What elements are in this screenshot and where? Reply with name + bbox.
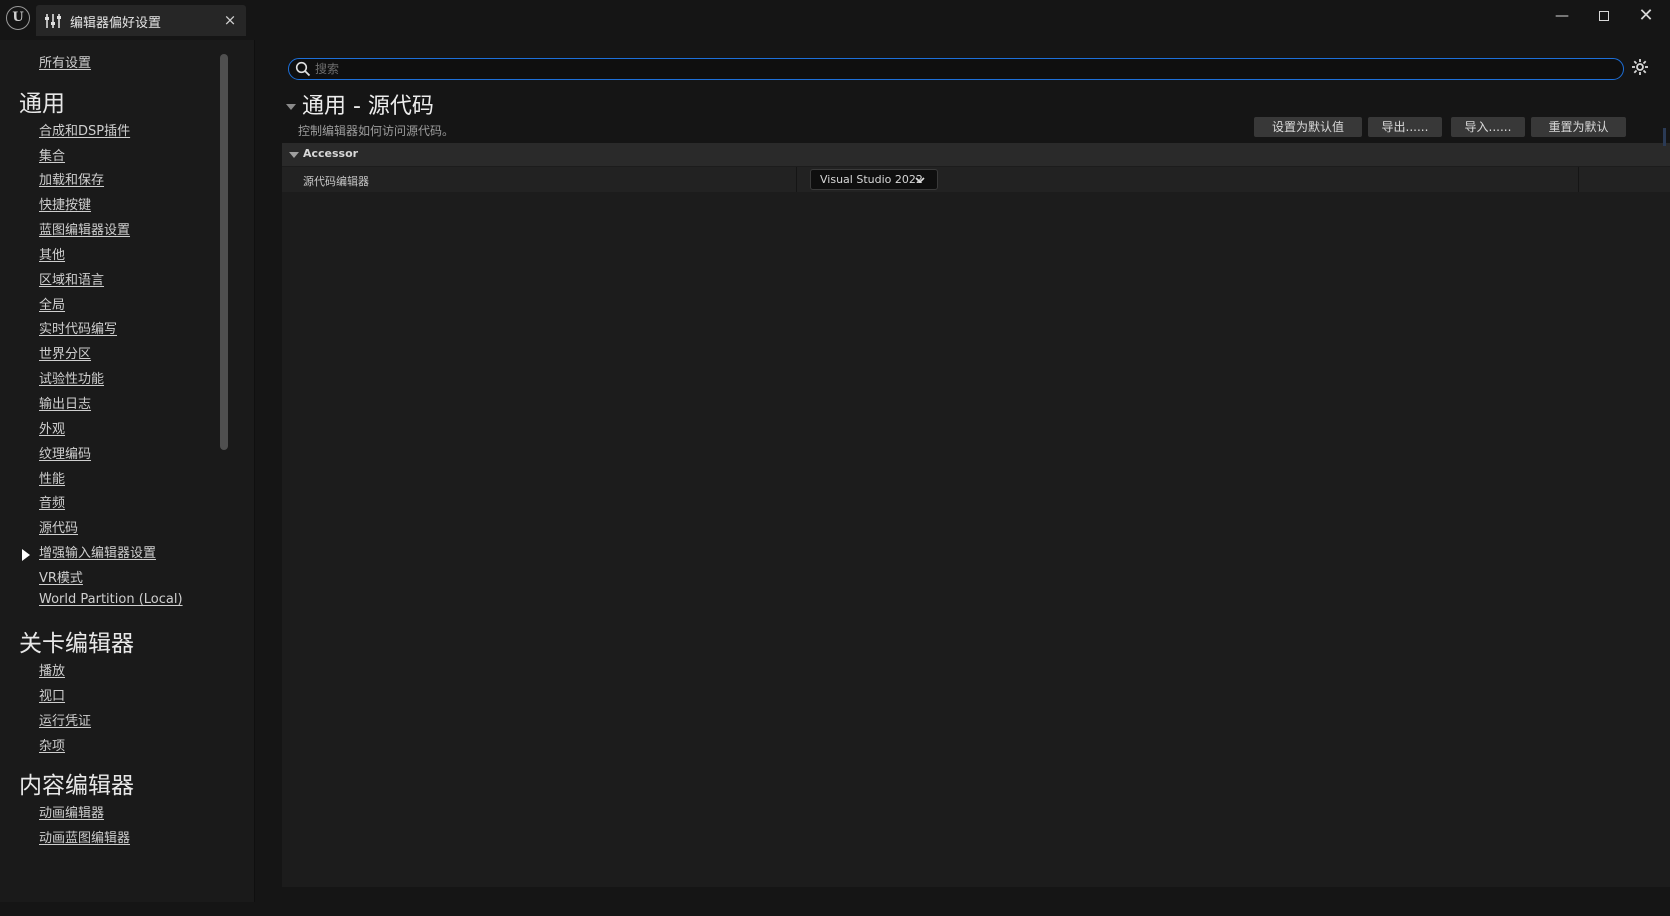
property-row: 源代码编辑器 Visual Studio 2022 — [282, 167, 1670, 192]
sidebar-item[interactable]: 运行凭证 — [39, 710, 91, 729]
source-code-editor-dropdown[interactable]: Visual Studio 2022 — [810, 169, 938, 190]
sidebar-item[interactable]: 外观 — [39, 418, 65, 437]
sidebar-item[interactable]: 试验性功能 — [39, 368, 104, 387]
sidebar-item[interactable]: 音频 — [39, 492, 65, 511]
sidebar-item[interactable]: 全局 — [39, 294, 65, 313]
sidebar-item[interactable]: 视口 — [39, 685, 65, 704]
page-title: 通用 - 源代码 — [302, 94, 434, 119]
sidebar-item-source-code[interactable]: 源代码 — [39, 517, 78, 536]
sidebar-item[interactable]: 纹理编码 — [39, 443, 91, 462]
sidebar-group-level-editor: 关卡编辑器 — [19, 631, 134, 657]
sidebar-divider — [254, 40, 255, 902]
maximize-button[interactable] — [1586, 4, 1622, 28]
export-button[interactable]: 导出...... — [1368, 117, 1442, 137]
property-panel: Accessor 源代码编辑器 Visual Studio 2022 — [282, 143, 1670, 887]
sidebar-item[interactable]: 其他 — [39, 244, 65, 263]
dropdown-value: Visual Studio 2022 — [820, 173, 923, 186]
section-description: 控制编辑器如何访问源代码。 — [298, 124, 455, 138]
title-bar: U 编辑器偏好设置 × — ✕ — [0, 0, 1670, 40]
tab-close-icon[interactable]: × — [222, 11, 238, 29]
search-input[interactable] — [315, 60, 1605, 78]
sidebar-item[interactable]: 世界分区 — [39, 343, 91, 362]
search-box[interactable] — [288, 58, 1624, 80]
details-panel: 通用 - 源代码 控制编辑器如何访问源代码。 设置为默认值 导出...... 导… — [256, 40, 1670, 902]
sidebar-item[interactable]: 蓝图编辑器设置 — [39, 219, 130, 238]
sidebar-item[interactable]: 性能 — [39, 468, 65, 487]
sidebar-item[interactable]: 动画编辑器 — [39, 802, 104, 821]
scroll-indicator — [1663, 128, 1666, 146]
sidebar-item[interactable]: 合成和DSP插件 — [39, 120, 130, 139]
search-icon — [295, 61, 311, 77]
minimize-button[interactable]: — — [1544, 4, 1580, 28]
active-item-arrow-icon — [22, 549, 30, 561]
chevron-down-icon — [915, 177, 925, 184]
sidebar-item[interactable]: 区域和语言 — [39, 269, 104, 288]
sidebar-item[interactable]: 输出日志 — [39, 393, 91, 412]
category-collapse-icon[interactable] — [289, 152, 299, 158]
property-name: 源代码编辑器 — [303, 175, 369, 188]
maximize-icon — [1599, 10, 1609, 21]
editor-preferences-window: U 编辑器偏好设置 × — ✕ 所有设置 通用 合成和DSP插件 集合 加载和保… — [0, 0, 1670, 916]
sidebar-scrollbar[interactable] — [220, 54, 228, 450]
sidebar-item[interactable]: 增强输入编辑器设置 — [39, 542, 156, 561]
column-splitter[interactable] — [796, 167, 797, 192]
sidebar-item[interactable]: VR模式 — [39, 567, 83, 586]
sidebar-item[interactable]: 动画蓝图编辑器 — [39, 827, 130, 846]
sidebar-item[interactable]: 集合 — [39, 145, 65, 164]
sidebar-group-general: 通用 — [19, 91, 65, 117]
sidebar-group-content-editor: 内容编辑器 — [19, 773, 134, 799]
sidebar-item[interactable]: 加载和保存 — [39, 169, 104, 188]
sidebar-item[interactable]: World Partition (Local) — [39, 592, 183, 607]
sliders-icon — [45, 14, 61, 28]
section-collapse-icon[interactable] — [286, 104, 296, 110]
sidebar-item[interactable]: 播放 — [39, 660, 65, 679]
set-as-default-button[interactable]: 设置为默认值 — [1254, 117, 1362, 137]
category-header-accessor[interactable]: Accessor — [282, 143, 1670, 166]
category-label: Accessor — [303, 147, 359, 160]
tab-title: 编辑器偏好设置 — [70, 16, 162, 31]
row-end-divider — [1578, 167, 1579, 192]
settings-sidebar: 所有设置 通用 合成和DSP插件 集合 加载和保存 快捷按键 蓝图编辑器设置 其… — [0, 40, 255, 902]
reset-to-default-button[interactable]: 重置为默认 — [1531, 117, 1626, 137]
sidebar-item[interactable]: 实时代码编写 — [39, 318, 117, 337]
sidebar-item-all-settings[interactable]: 所有设置 — [39, 52, 91, 71]
tab-editor-preferences[interactable]: 编辑器偏好设置 × — [36, 5, 246, 36]
sidebar-item[interactable]: 快捷按键 — [39, 194, 91, 213]
gear-icon[interactable] — [1630, 57, 1650, 77]
close-window-button[interactable]: ✕ — [1628, 4, 1664, 28]
sidebar-item[interactable]: 杂项 — [39, 735, 65, 754]
import-button[interactable]: 导入...... — [1451, 117, 1525, 137]
unreal-logo-icon[interactable]: U — [6, 6, 30, 30]
